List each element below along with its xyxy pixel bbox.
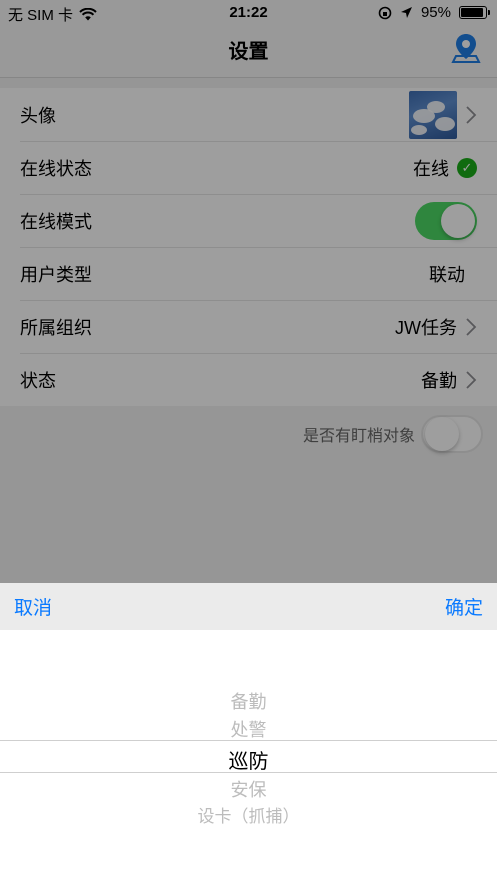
cancel-button[interactable]: 取消 (14, 593, 52, 620)
picker-option[interactable]: 备勤 (0, 688, 497, 714)
picker-selection-line (0, 740, 497, 741)
picker-selection-line (0, 772, 497, 773)
picker-option[interactable]: 安保 (0, 776, 497, 802)
confirm-button[interactable]: 确定 (445, 593, 483, 620)
picker-option[interactable]: 设卡（抓捕） (0, 802, 497, 827)
picker-toolbar: 取消 确定 (0, 583, 497, 630)
picker-option-selected[interactable]: 巡防 (0, 745, 497, 774)
modal-overlay[interactable] (0, 0, 497, 583)
picker-option[interactable]: 处警 (0, 716, 497, 742)
status-picker[interactable]: 备勤 处警 巡防 安保 设卡（抓捕） (0, 630, 497, 883)
